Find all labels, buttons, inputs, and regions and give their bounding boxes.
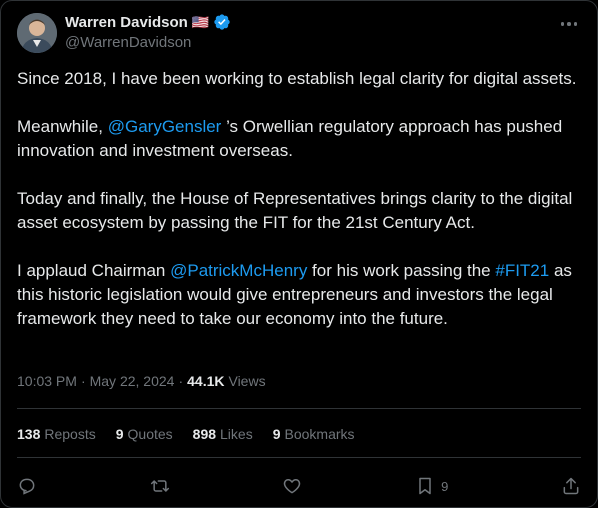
- bookmarks-label: Bookmarks: [284, 426, 355, 442]
- bookmark-button[interactable]: 9: [415, 476, 448, 496]
- share-button[interactable]: [561, 476, 581, 496]
- like-button[interactable]: [282, 476, 302, 496]
- quotes-count: 9: [115, 426, 124, 442]
- share-icon: [563, 477, 579, 495]
- bookmark-count: 9: [441, 478, 449, 494]
- tweet-paragraph-2: Meanwhile, @GaryGensler ’s Orwellian reg…: [17, 115, 583, 163]
- quotes-stat[interactable]: 9 Quotes: [116, 426, 173, 442]
- tweet-text-segment: I applaud Chairman: [17, 261, 171, 280]
- meta-separator: ·: [80, 373, 86, 389]
- tweet-text: Since 2018, I have been working to estab…: [17, 67, 583, 355]
- heart-icon: [284, 479, 301, 494]
- tweet-time[interactable]: 10:03 PM: [17, 373, 77, 389]
- bookmarks-stat[interactable]: 9 Bookmarks: [273, 426, 355, 442]
- hashtag-link-fit21[interactable]: #FIT21: [495, 261, 549, 280]
- us-flag-emoji: 🇺🇸: [191, 13, 210, 30]
- reposts-label: Reposts: [44, 426, 96, 442]
- tweet-text-segment: for his work passing the: [307, 261, 496, 280]
- mention-link-garygensler[interactable]: @GaryGensler: [108, 117, 222, 136]
- tweet-paragraph-3: Today and finally, the House of Represen…: [17, 189, 578, 232]
- author-name[interactable]: Warren Davidson: [65, 14, 188, 31]
- reply-button[interactable]: [17, 476, 37, 496]
- tweet-date[interactable]: May 22, 2024: [90, 373, 175, 389]
- engagement-stats: 138 Reposts 9 Quotes 898 Likes 9 Bookmarks: [17, 426, 355, 442]
- avatar-image: [17, 13, 57, 53]
- quotes-label: Quotes: [127, 426, 173, 442]
- reposts-count: 138: [17, 426, 41, 442]
- views-count: 44.1K: [187, 373, 225, 389]
- likes-stat[interactable]: 898 Likes: [193, 426, 253, 442]
- author-name-row: Warren Davidson 🇺🇸: [65, 13, 231, 31]
- views-label: Views: [228, 373, 266, 389]
- tweet-meta: 10:03 PM · May 22, 2024 · 44.1K Views: [17, 373, 266, 389]
- divider: [17, 408, 581, 409]
- tweet-paragraph-1: Since 2018, I have been working to estab…: [17, 69, 577, 88]
- avatar[interactable]: [17, 13, 57, 53]
- bookmarks-count: 9: [272, 426, 281, 442]
- verified-badge-icon[interactable]: [213, 13, 231, 31]
- author-handle[interactable]: @WarrenDavidson: [65, 34, 191, 51]
- likes-label: Likes: [220, 426, 253, 442]
- bookmark-icon: [419, 477, 431, 495]
- mention-link-patrickmchenry[interactable]: @PatrickMcHenry: [170, 261, 307, 280]
- likes-count: 898: [192, 426, 217, 442]
- reply-icon: [19, 478, 35, 495]
- action-bar: 9: [17, 471, 581, 501]
- more-options-icon[interactable]: [559, 21, 579, 27]
- repost-icon: [150, 480, 169, 492]
- divider: [17, 457, 581, 458]
- meta-separator: ·: [178, 373, 184, 389]
- repost-button[interactable]: [150, 476, 170, 496]
- tweet-text-segment: Meanwhile,: [17, 117, 108, 136]
- reposts-stat[interactable]: 138 Reposts: [17, 426, 96, 442]
- tweet-paragraph-4: I applaud Chairman @PatrickMcHenry for h…: [17, 259, 583, 331]
- tweet-card: Warren Davidson 🇺🇸 @WarrenDavidson Since…: [0, 0, 598, 508]
